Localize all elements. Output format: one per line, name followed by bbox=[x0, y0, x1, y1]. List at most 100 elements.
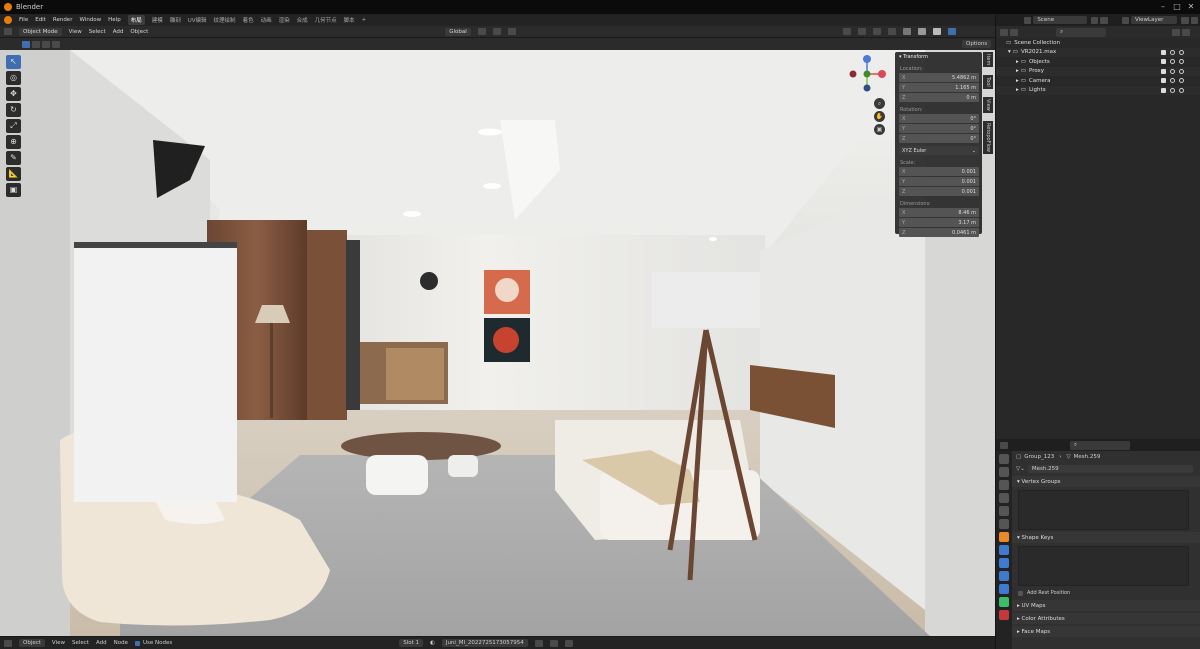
render-camera-icon[interactable] bbox=[1178, 87, 1184, 93]
new-scene-icon[interactable] bbox=[1091, 16, 1099, 24]
xray-toggle-icon[interactable] bbox=[887, 28, 896, 35]
object-tab-icon[interactable] bbox=[999, 532, 1009, 542]
particles-tab-icon[interactable] bbox=[999, 558, 1009, 568]
shader-type-dropdown[interactable]: Object bbox=[19, 639, 45, 647]
node-menu-add[interactable]: Add bbox=[96, 640, 107, 646]
select-extend-icon[interactable] bbox=[32, 40, 40, 48]
location-y-field[interactable]: Y 1.165 m bbox=[899, 83, 979, 92]
sidebar-tab-tool[interactable]: Tool bbox=[983, 75, 993, 90]
scene-tab-icon[interactable] bbox=[999, 506, 1009, 516]
outliner-row-camera[interactable]: ▸ ▭ Camera bbox=[996, 76, 1200, 86]
shape-keys-panel[interactable]: ▾ Shape Keys bbox=[1012, 532, 1200, 543]
render-camera-icon[interactable] bbox=[1178, 59, 1184, 65]
dimensions-x-field[interactable]: X 8.46 m bbox=[899, 208, 979, 217]
vertex-groups-panel[interactable]: ▾ Vertex Groups bbox=[1012, 476, 1200, 487]
transform-tool-icon[interactable]: ⊕ bbox=[6, 135, 21, 149]
mesh-data-tab-icon[interactable] bbox=[999, 597, 1009, 607]
outliner-row-objects[interactable]: ▸ ▭ Objects bbox=[996, 57, 1200, 67]
filter-icon[interactable] bbox=[1172, 28, 1180, 36]
editor-type-icon[interactable] bbox=[4, 28, 12, 35]
outliner-row-scene-collection[interactable]: ▭ Scene Collection bbox=[996, 38, 1200, 48]
mesh-datablock-icon[interactable]: ▽⌄ bbox=[1016, 466, 1025, 472]
zoom-icon[interactable]: ⌕ bbox=[874, 98, 885, 109]
render-camera-icon[interactable] bbox=[1178, 78, 1184, 84]
location-z-field[interactable]: Z0 m bbox=[899, 93, 979, 102]
delete-scene-icon[interactable] bbox=[1100, 16, 1108, 24]
visibility-eye-icon[interactable] bbox=[1169, 59, 1175, 65]
shading-solid-icon[interactable] bbox=[917, 28, 926, 35]
include-checkbox[interactable] bbox=[1160, 68, 1166, 74]
color-attributes-panel[interactable]: ▸ Color Attributes bbox=[1012, 613, 1200, 624]
camera-view-icon[interactable]: ▣ bbox=[874, 124, 885, 135]
workspace-tab-modeling[interactable]: 建模 bbox=[152, 16, 163, 24]
axis-gizmo[interactable] bbox=[845, 52, 890, 94]
slot-dropdown[interactable]: Slot 1 bbox=[399, 639, 424, 647]
expand-arrow-icon[interactable]: ▸ bbox=[1016, 59, 1019, 65]
mesh-datablock-field[interactable]: Mesh.259 bbox=[1027, 464, 1193, 473]
rotation-y-field[interactable]: Y 0° bbox=[899, 124, 979, 133]
y-axis-icon[interactable] bbox=[863, 70, 871, 78]
close-icon[interactable]: ✕ bbox=[1186, 2, 1196, 12]
move-tool-icon[interactable]: ✥ bbox=[6, 87, 21, 101]
select-box-tool-icon[interactable]: ↖ bbox=[6, 55, 21, 69]
expand-arrow-icon[interactable]: ▸ bbox=[1016, 68, 1019, 74]
outliner-row-vr2021[interactable]: ▾ ▭ VR2021.max bbox=[996, 47, 1200, 57]
outliner-editor-type-icon[interactable] bbox=[1000, 28, 1008, 36]
node-menu-node[interactable]: Node bbox=[114, 640, 128, 646]
use-nodes-checkbox[interactable] bbox=[134, 640, 140, 646]
outliner-search-input[interactable]: ⌕ bbox=[1056, 27, 1106, 37]
viewport-menu-select[interactable]: Select bbox=[89, 29, 106, 35]
node-menu-view[interactable]: View bbox=[52, 640, 65, 646]
blender-menu-icon[interactable] bbox=[4, 16, 12, 24]
sidebar-tab-item[interactable]: Item bbox=[983, 52, 993, 68]
orientation-dropdown[interactable]: Global bbox=[445, 27, 471, 36]
render-tab-icon[interactable] bbox=[999, 467, 1009, 477]
scale-x-field[interactable]: X 0.001 bbox=[899, 167, 979, 176]
neg-z-axis-icon[interactable] bbox=[863, 84, 871, 92]
fake-user-icon[interactable] bbox=[534, 639, 543, 647]
scale-y-field[interactable]: Y 0.001 bbox=[899, 177, 979, 186]
properties-search-input[interactable]: ⌕ bbox=[1070, 440, 1130, 450]
pivot-icon[interactable] bbox=[477, 28, 486, 35]
shape-keys-list[interactable] bbox=[1018, 546, 1189, 586]
navigation-gizmo[interactable]: ⌕ ✋ ▣ bbox=[845, 52, 890, 135]
menu-render[interactable]: Render bbox=[53, 17, 73, 23]
expand-arrow-icon[interactable]: ▸ bbox=[1016, 87, 1019, 93]
maximize-icon[interactable]: □ bbox=[1172, 2, 1182, 12]
rotation-x-field[interactable]: X 0° bbox=[899, 114, 979, 123]
display-mode-icon[interactable] bbox=[1010, 28, 1018, 36]
proportional-edit-icon[interactable] bbox=[507, 28, 516, 35]
overlay-toggle-icon[interactable] bbox=[872, 28, 881, 35]
visibility-icon[interactable] bbox=[842, 28, 851, 35]
node-menu-select[interactable]: Select bbox=[72, 640, 89, 646]
location-x-field[interactable]: X 5.4862 m bbox=[899, 73, 979, 82]
add-rest-position-row[interactable]: Add Rest Position bbox=[1012, 588, 1200, 598]
include-checkbox[interactable] bbox=[1160, 78, 1166, 84]
transform-panel-header[interactable]: ▾ Transform bbox=[895, 52, 982, 62]
sidebar-tab-view[interactable]: View bbox=[983, 97, 993, 113]
scale-z-field[interactable]: Z 0.001 bbox=[899, 187, 979, 196]
unlink-material-icon[interactable] bbox=[564, 639, 573, 647]
rotation-z-field[interactable]: Z 0° bbox=[899, 134, 979, 143]
visibility-eye-icon[interactable] bbox=[1169, 68, 1175, 74]
visibility-eye-icon[interactable] bbox=[1169, 87, 1175, 93]
vertex-groups-list[interactable] bbox=[1018, 490, 1189, 530]
new-view-layer-icon[interactable] bbox=[1181, 16, 1189, 24]
uv-maps-panel[interactable]: ▸ UV Maps bbox=[1012, 600, 1200, 611]
properties-editor-type-icon[interactable] bbox=[1000, 441, 1008, 449]
include-checkbox[interactable] bbox=[1160, 49, 1166, 55]
output-tab-icon[interactable] bbox=[999, 480, 1009, 490]
render-camera-icon[interactable] bbox=[1178, 49, 1184, 55]
modifier-tab-icon[interactable] bbox=[999, 545, 1009, 555]
viewport-menu-view[interactable]: View bbox=[69, 29, 82, 35]
workspace-tab-uv-editing[interactable]: UV编辑 bbox=[188, 16, 207, 24]
include-checkbox[interactable] bbox=[1160, 87, 1166, 93]
select-intersect-icon[interactable] bbox=[52, 40, 60, 48]
neg-x-axis-icon[interactable] bbox=[849, 70, 857, 78]
material-tab-icon[interactable] bbox=[999, 610, 1009, 620]
workspace-tab-animation[interactable]: 动画 bbox=[261, 16, 272, 24]
minimize-icon[interactable]: – bbox=[1158, 2, 1168, 12]
constraints-tab-icon[interactable] bbox=[999, 584, 1009, 594]
scene-selector[interactable]: Scene bbox=[1033, 16, 1088, 24]
viewport-menu-add[interactable]: Add bbox=[113, 29, 124, 35]
